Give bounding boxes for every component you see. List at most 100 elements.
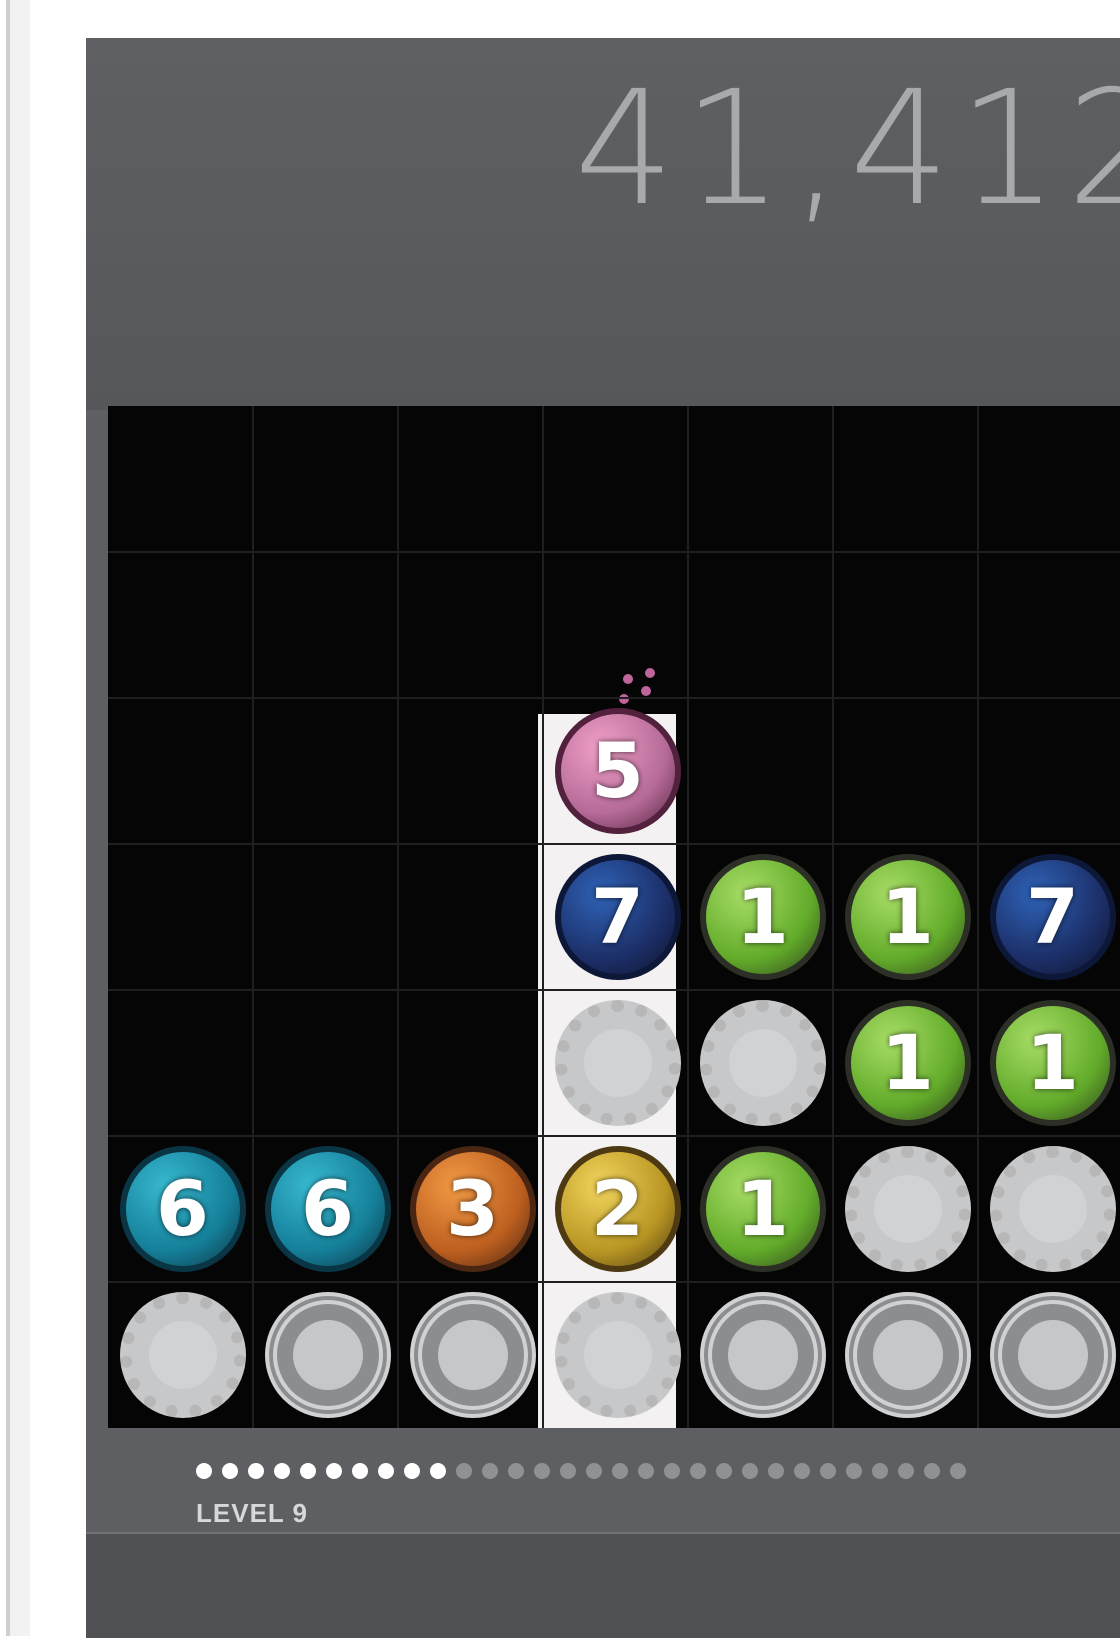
progress-pip [560, 1463, 576, 1479]
disc-number: 7 [1026, 872, 1079, 961]
game-disc-blank [844, 1146, 971, 1272]
disc-face [727, 1320, 798, 1390]
progress-pip [664, 1463, 680, 1479]
progress-pip [352, 1463, 368, 1479]
progress-pip [248, 1463, 264, 1479]
disc-face [1017, 1320, 1088, 1390]
progress-pip [638, 1463, 654, 1479]
progress-pip [846, 1463, 862, 1479]
disc-face [728, 1029, 797, 1097]
disc-face [1018, 1175, 1087, 1243]
disc-face: 7 [575, 874, 661, 960]
game-disc-blank [699, 1000, 826, 1126]
grid-line-vertical [977, 406, 979, 1428]
game-disc-blank [989, 1146, 1116, 1272]
progress-pip [482, 1463, 498, 1479]
grid-line-horizontal [108, 989, 1120, 991]
game-disc-blank [119, 1292, 246, 1418]
disc-number: 2 [591, 1164, 644, 1253]
progress-pip [872, 1463, 888, 1479]
grid-line-vertical [687, 406, 689, 1428]
disc-face: 6 [140, 1166, 226, 1252]
game-disc-blank [989, 1292, 1116, 1418]
progress-pip [768, 1463, 784, 1479]
disc-face: 1 [720, 1166, 806, 1252]
game-disc-blank [264, 1292, 391, 1418]
disc-face [148, 1321, 217, 1389]
progress-pip [534, 1463, 550, 1479]
grid-line-vertical [542, 406, 544, 1428]
game-disc-numbered: 6 [264, 1146, 391, 1272]
disc-face [583, 1321, 652, 1389]
disc-face [872, 1320, 943, 1390]
game-disc-numbered: 1 [844, 1000, 971, 1126]
disc-face [292, 1320, 363, 1390]
progress-pip [326, 1463, 342, 1479]
game-disc-numbered: 6 [119, 1146, 246, 1272]
progress-pip [612, 1463, 628, 1479]
disc-face [583, 1029, 652, 1097]
grid-line-vertical [397, 406, 399, 1428]
game-disc-blank [699, 1292, 826, 1418]
progress-pip [716, 1463, 732, 1479]
progress-pip [274, 1463, 290, 1479]
progress-pip [586, 1463, 602, 1479]
disc-face: 7 [1010, 874, 1096, 960]
progress-pip [404, 1463, 420, 1479]
game-disc-numbered: 1 [844, 854, 971, 980]
grid-line-horizontal [108, 1281, 1120, 1283]
progress-pip [378, 1463, 394, 1479]
disc-number: 1 [1026, 1018, 1079, 1107]
progress-pip [222, 1463, 238, 1479]
disc-face: 3 [430, 1166, 516, 1252]
level-label: LEVEL 9 [196, 1498, 309, 1528]
game-disc-numbered: 5 [554, 708, 681, 834]
disc-number: 6 [301, 1164, 354, 1253]
disc-number: 6 [156, 1164, 209, 1253]
progress-pip [690, 1463, 706, 1479]
grid-line-vertical [252, 406, 254, 1428]
disc-number: 3 [446, 1164, 499, 1253]
disc-number: 1 [736, 872, 789, 961]
progress-pip [820, 1463, 836, 1479]
game-disc-numbered: 1 [989, 1000, 1116, 1126]
disc-face [873, 1175, 942, 1243]
disc-face [437, 1320, 508, 1390]
disc-number: 1 [736, 1164, 789, 1253]
game-disc-numbered: 7 [989, 854, 1116, 980]
disc-face: 1 [865, 874, 951, 960]
game-disc-numbered: 3 [409, 1146, 536, 1272]
game-disc-blank [409, 1292, 536, 1418]
disc-number: 7 [591, 872, 644, 961]
disc-face: 5 [575, 728, 661, 814]
game-panel: 41,412 6 6 3 2 1 7 5 1 1 7 1 1 LEVEL 9 [86, 38, 1120, 1636]
progress-pip [508, 1463, 524, 1479]
grid-line-horizontal [108, 697, 1120, 699]
game-disc-numbered: 2 [554, 1146, 681, 1272]
score-display: 41,412 [574, 57, 1120, 241]
game-board[interactable]: 6 6 3 2 1 7 5 1 1 7 1 1 [108, 406, 1120, 1428]
progress-pip [456, 1463, 472, 1479]
grid-line-horizontal [108, 551, 1120, 553]
left-frame-border [6, 0, 30, 1636]
disc-face: 1 [1010, 1020, 1096, 1106]
game-disc-numbered: 7 [554, 854, 681, 980]
game-disc-numbered: 1 [699, 854, 826, 980]
disc-face: 6 [285, 1166, 371, 1252]
disc-number: 1 [881, 872, 934, 961]
progress-pip [794, 1463, 810, 1479]
progress-pip [950, 1463, 966, 1479]
level-progress-bar [196, 1460, 1116, 1482]
progress-pip [742, 1463, 758, 1479]
bottom-bar [86, 1532, 1120, 1638]
progress-pip [430, 1463, 446, 1479]
game-disc-blank [554, 1000, 681, 1126]
game-disc-blank [844, 1292, 971, 1418]
grid-line-horizontal [108, 1135, 1120, 1137]
progress-pip [196, 1463, 212, 1479]
grid-line-horizontal [108, 843, 1120, 845]
disc-face: 1 [865, 1020, 951, 1106]
progress-pip [898, 1463, 914, 1479]
grid-line-vertical [832, 406, 834, 1428]
disc-face: 2 [575, 1166, 661, 1252]
